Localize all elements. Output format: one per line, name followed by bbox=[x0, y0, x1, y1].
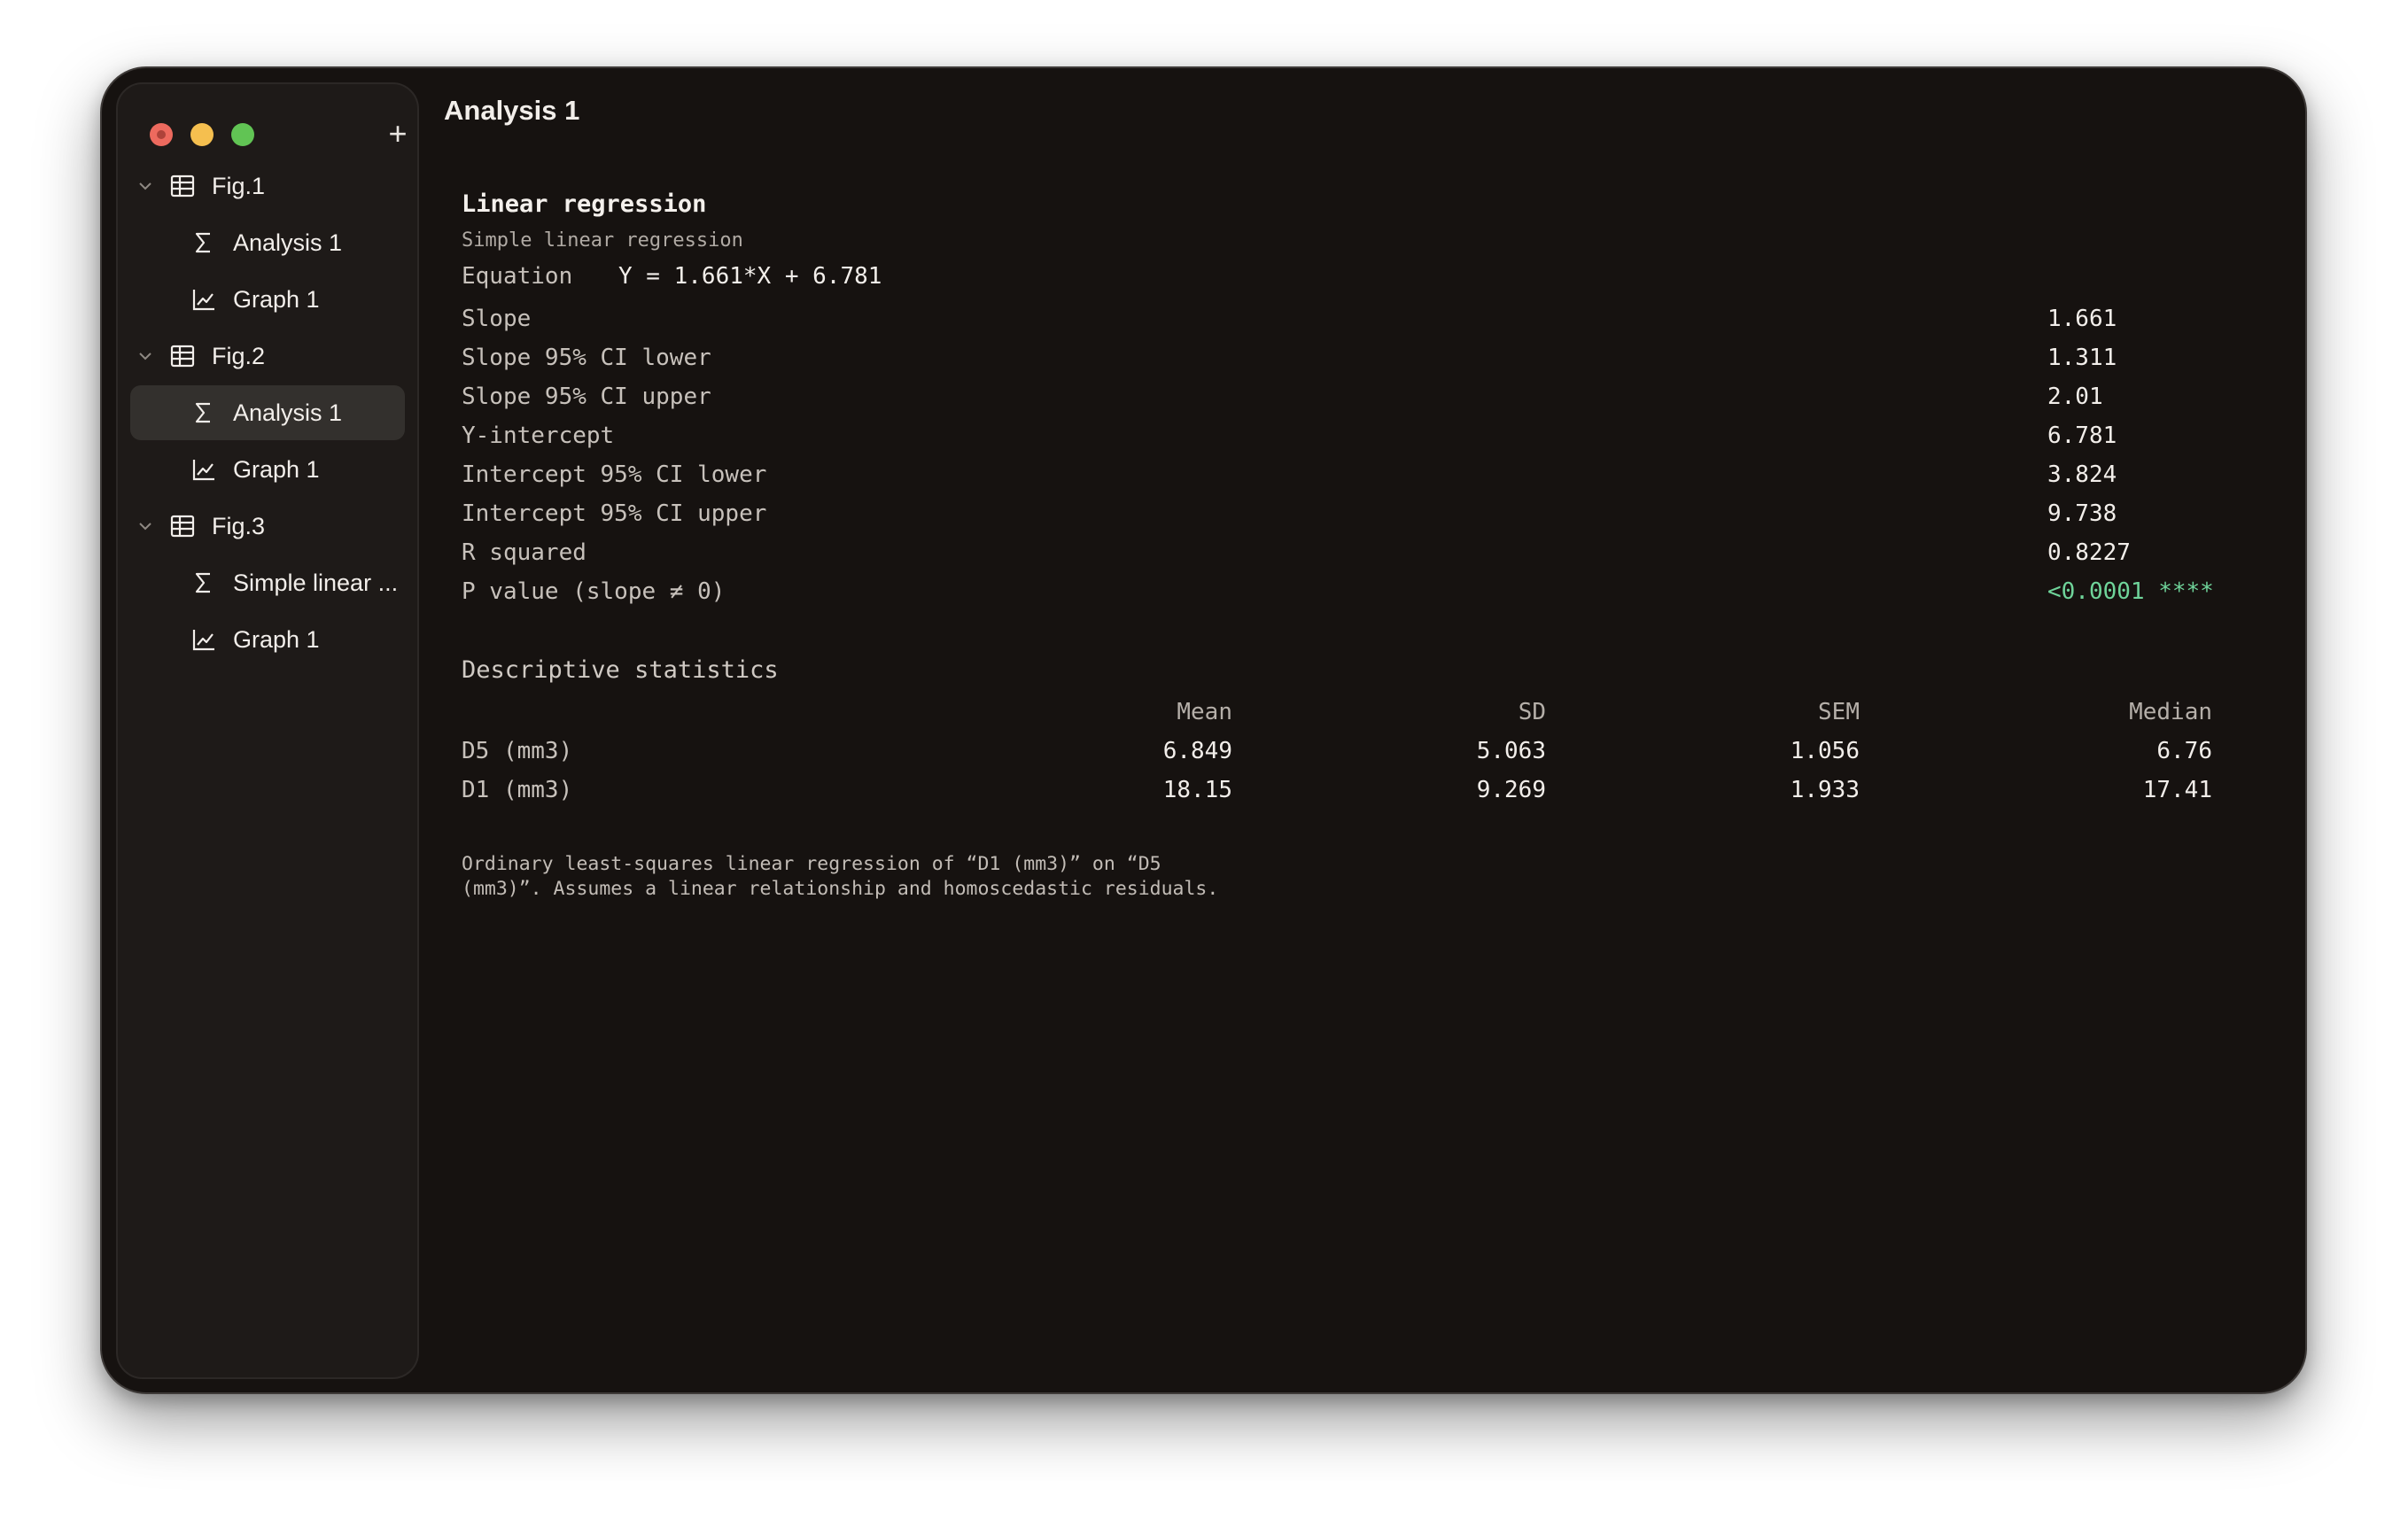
page-title: Analysis 1 bbox=[444, 95, 580, 126]
stat-label: P value (slope ≠ 0) bbox=[462, 578, 726, 605]
table-icon bbox=[170, 515, 195, 538]
sidebar-item-analysis[interactable]: Analysis 1 bbox=[118, 215, 417, 270]
sidebar-item-graph[interactable]: Graph 1 bbox=[118, 272, 417, 327]
p-value: <0.0001 **** bbox=[2047, 578, 2214, 605]
sidebar-group-label: Fig.1 bbox=[212, 173, 266, 199]
sigma-icon bbox=[195, 402, 210, 423]
table-row-label: D1 (mm3) bbox=[462, 777, 573, 803]
close-window-button[interactable] bbox=[150, 123, 173, 146]
sidebar: + Fig.1 Analysis 1 Graph 1 Fig.2 Analysi… bbox=[116, 82, 419, 1379]
graph-icon bbox=[192, 630, 214, 651]
sidebar-group-fig1[interactable]: Fig.1 bbox=[118, 159, 417, 213]
table-row-label: D5 (mm3) bbox=[462, 738, 573, 764]
table-cell: 5.063 bbox=[1476, 738, 1546, 764]
table-icon bbox=[170, 174, 195, 198]
stat-value: 0.8227 bbox=[2047, 539, 2131, 566]
stat-value: 1.661 bbox=[2047, 306, 2117, 332]
chevron-down-icon[interactable] bbox=[137, 518, 153, 534]
column-header-mean: Mean bbox=[1177, 699, 1232, 725]
sidebar-item-label: Graph 1 bbox=[233, 456, 320, 483]
sidebar-group-label: Fig.3 bbox=[212, 513, 266, 539]
equation-label: Equation bbox=[462, 263, 573, 290]
stat-value: 2.01 bbox=[2047, 384, 2103, 410]
sidebar-item-label: Analysis 1 bbox=[233, 399, 343, 426]
regression-heading: Linear regression bbox=[462, 190, 707, 218]
sidebar-item-label: Analysis 1 bbox=[233, 229, 343, 256]
sidebar-item-graph[interactable]: Graph 1 bbox=[118, 612, 417, 667]
table-cell: 23 bbox=[2305, 777, 2306, 803]
stat-label: Intercept 95% CI upper bbox=[462, 500, 767, 527]
maximize-window-button[interactable] bbox=[231, 123, 254, 146]
sidebar-item-graph[interactable]: Graph 1 bbox=[118, 442, 417, 497]
sidebar-item-label: Simple linear ... bbox=[233, 570, 399, 596]
chevron-down-icon[interactable] bbox=[137, 348, 153, 364]
column-header-sem: SEM bbox=[1818, 699, 1860, 725]
minimize-window-button[interactable] bbox=[190, 123, 214, 146]
sigma-icon bbox=[195, 572, 210, 593]
stat-value: 6.781 bbox=[2047, 422, 2117, 449]
stat-value: 3.824 bbox=[2047, 461, 2117, 488]
sidebar-item-label: Graph 1 bbox=[233, 626, 320, 653]
sidebar-group-fig3[interactable]: Fig.3 bbox=[118, 499, 417, 554]
sidebar-item-analysis-selected[interactable]: Analysis 1 bbox=[130, 385, 405, 440]
table-cell: 23 bbox=[2305, 738, 2306, 764]
descriptive-heading: Descriptive statistics bbox=[462, 656, 779, 684]
table-cell: 9.269 bbox=[1476, 777, 1546, 803]
stat-label: Slope bbox=[462, 306, 532, 332]
sigma-icon bbox=[195, 232, 210, 253]
stat-label: Slope 95% CI upper bbox=[462, 384, 711, 410]
stat-label: R squared bbox=[462, 539, 586, 566]
column-header-sd: SD bbox=[1518, 699, 1546, 725]
table-cell: 6.849 bbox=[1162, 738, 1232, 764]
stat-label: Y-intercept bbox=[462, 422, 615, 449]
table-cell: 18.15 bbox=[1162, 777, 1232, 803]
stat-value: 9.738 bbox=[2047, 500, 2117, 527]
stat-label: Intercept 95% CI lower bbox=[462, 461, 767, 488]
equation-value: Y = 1.661*X + 6.781 bbox=[618, 263, 882, 290]
table-icon bbox=[170, 345, 195, 368]
table-cell: 1.933 bbox=[1790, 777, 1860, 803]
sidebar-item-analysis[interactable]: Simple linear ... bbox=[118, 555, 417, 610]
sidebar-group-fig2[interactable]: Fig.2 bbox=[118, 329, 417, 384]
graph-icon bbox=[192, 460, 214, 481]
app-window: + Fig.1 Analysis 1 Graph 1 Fig.2 Analysi… bbox=[100, 66, 2307, 1394]
method-note: Ordinary least-squares linear regression… bbox=[462, 853, 1219, 900]
sidebar-item-label: Graph 1 bbox=[233, 286, 320, 313]
column-header-median: Median bbox=[2129, 699, 2212, 725]
sidebar-group-label: Fig.2 bbox=[212, 343, 266, 369]
table-cell: 17.41 bbox=[2142, 777, 2212, 803]
graph-icon bbox=[192, 290, 214, 311]
stat-label: Slope 95% CI lower bbox=[462, 345, 711, 371]
stat-value: 1.311 bbox=[2047, 345, 2117, 371]
table-cell: 1.056 bbox=[1790, 738, 1860, 764]
table-cell: 6.76 bbox=[2156, 738, 2212, 764]
chevron-down-icon[interactable] bbox=[137, 178, 153, 194]
regression-subheading: Simple linear regression bbox=[462, 229, 743, 252]
add-item-button[interactable]: + bbox=[380, 116, 416, 151]
